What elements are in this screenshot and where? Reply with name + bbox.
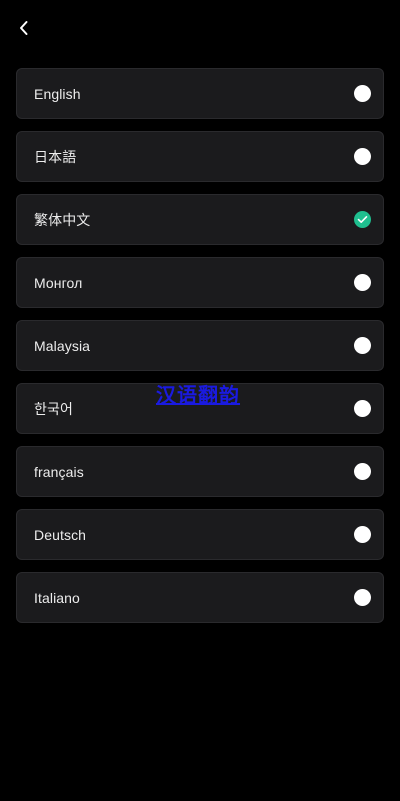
language-label: Deutsch — [34, 526, 87, 543]
language-label: Монгол — [34, 274, 83, 291]
radio-unselected-icon[interactable] — [354, 526, 371, 543]
radio-unselected-icon[interactable] — [354, 589, 371, 606]
language-item-french[interactable]: français — [16, 446, 384, 497]
language-item-japanese[interactable]: 日本語 — [16, 131, 384, 182]
back-button[interactable] — [12, 16, 36, 40]
language-item-malaysia[interactable]: Malaysia — [16, 320, 384, 371]
language-label: Malaysia — [34, 337, 91, 354]
chevron-left-icon — [20, 21, 28, 35]
radio-unselected-icon[interactable] — [354, 400, 371, 417]
radio-unselected-icon[interactable] — [354, 148, 371, 165]
radio-unselected-icon[interactable] — [354, 274, 371, 291]
language-item-mongolian[interactable]: Монгол — [16, 257, 384, 308]
language-list: English 日本語 繁体中文 Монгол Malaysia 한국어 fra… — [16, 68, 384, 623]
radio-unselected-icon[interactable] — [354, 85, 371, 102]
header — [0, 0, 400, 56]
radio-unselected-icon[interactable] — [354, 337, 371, 354]
language-label: Italiano — [34, 589, 80, 606]
radio-selected-check-icon[interactable] — [354, 211, 371, 228]
language-label: 繁体中文 — [34, 211, 91, 228]
language-item-german[interactable]: Deutsch — [16, 509, 384, 560]
language-label: 日本語 — [34, 148, 77, 165]
radio-unselected-icon[interactable] — [354, 463, 371, 480]
language-label: français — [34, 463, 84, 480]
language-label: English — [34, 85, 81, 102]
language-item-english[interactable]: English — [16, 68, 384, 119]
language-item-italian[interactable]: Italiano — [16, 572, 384, 623]
language-label: 한국어 — [34, 400, 73, 417]
language-item-traditional-chinese[interactable]: 繁体中文 — [16, 194, 384, 245]
checkmark-icon — [357, 216, 368, 223]
overlay-link-text[interactable]: 汉语翻韵 — [156, 379, 240, 408]
